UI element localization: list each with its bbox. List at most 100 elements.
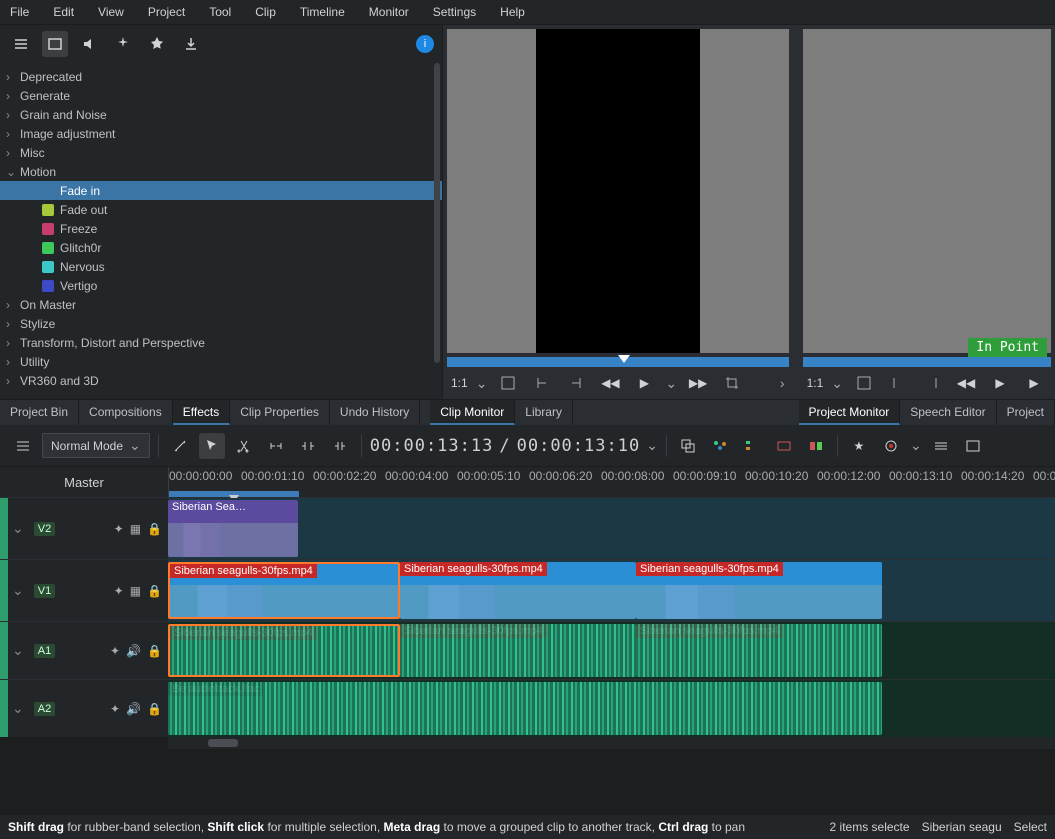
- wand-icon[interactable]: ✦: [110, 644, 120, 658]
- mixer-icon[interactable]: [707, 433, 733, 459]
- subtitle-icon[interactable]: [771, 433, 797, 459]
- speaker-icon[interactable]: 🔊: [126, 644, 141, 658]
- tree-item[interactable]: Vertigo: [0, 276, 442, 295]
- lock-icon[interactable]: 🔒: [147, 522, 162, 536]
- track-lane[interactable]: Siberian seagulls-30fps.mp4Siberian seag…: [168, 622, 1055, 679]
- tree-group[interactable]: ›Deprecated: [0, 67, 442, 86]
- play-icon[interactable]: ▶: [987, 370, 1013, 396]
- zoom-ratio[interactable]: 1:1: [451, 376, 468, 390]
- chevron-down-icon[interactable]: ⌄: [831, 375, 843, 392]
- forward-icon[interactable]: ▶: [1021, 370, 1047, 396]
- tab-undo-history[interactable]: Undo History: [330, 400, 420, 425]
- in-point-icon[interactable]: [885, 370, 911, 396]
- fullscreen-icon[interactable]: [960, 433, 986, 459]
- info-icon[interactable]: i: [416, 35, 434, 53]
- out-point-icon[interactable]: [563, 370, 589, 396]
- clip[interactable]: Siberian seagulls-30fps.mp4: [168, 562, 400, 619]
- film-icon[interactable]: ▦: [130, 584, 141, 598]
- in-point-icon[interactable]: [529, 370, 555, 396]
- menu-tool[interactable]: Tool: [209, 5, 231, 19]
- tab-project-notes[interactable]: Project: [997, 400, 1055, 425]
- download-icon[interactable]: [178, 31, 204, 57]
- menu-help[interactable]: Help: [500, 5, 525, 19]
- chevron-down-icon[interactable]: ⌄: [910, 437, 922, 454]
- tree-item[interactable]: Nervous: [0, 257, 442, 276]
- razor-icon[interactable]: [231, 433, 257, 459]
- tree-group[interactable]: ›Image adjustment: [0, 124, 442, 143]
- tree-group[interactable]: ›VR360 and 3D: [0, 371, 442, 390]
- wand-icon[interactable]: [167, 433, 193, 459]
- tree-group[interactable]: ›Transform, Distort and Perspective: [0, 333, 442, 352]
- tab-clip-properties[interactable]: Clip Properties: [230, 400, 330, 425]
- track-lane[interactable]: Siberian Sea…: [168, 498, 1055, 559]
- expand-icon[interactable]: ⌄: [12, 520, 24, 537]
- film-icon[interactable]: ▦: [130, 522, 141, 536]
- track-header[interactable]: ⌄V1✦▦🔒: [0, 560, 168, 621]
- tree-group[interactable]: ›On Master: [0, 295, 442, 314]
- timecode-current[interactable]: 00:00:13:13: [370, 436, 494, 456]
- composite-icon[interactable]: [675, 433, 701, 459]
- grid-icon[interactable]: [851, 370, 877, 396]
- tree-item[interactable]: Fade out: [0, 200, 442, 219]
- sparkle-icon[interactable]: [110, 31, 136, 57]
- forward-icon[interactable]: ▶▶: [685, 370, 711, 396]
- expand-icon[interactable]: ⌄: [12, 700, 24, 717]
- star-icon[interactable]: [144, 31, 170, 57]
- tab-project-bin[interactable]: Project Bin: [0, 400, 79, 425]
- record-icon[interactable]: [878, 433, 904, 459]
- timeline-ruler[interactable]: 00:00:00:0000:00:01:1000:00:02:2000:00:0…: [168, 467, 1055, 497]
- spacer-icon[interactable]: [263, 433, 289, 459]
- wand-icon[interactable]: ✦: [110, 702, 120, 716]
- menu-timeline[interactable]: Timeline: [300, 5, 345, 19]
- clip[interactable]: Be audiotrack.flac: [168, 682, 882, 735]
- tab-compositions[interactable]: Compositions: [79, 400, 173, 425]
- project-monitor-timeline[interactable]: [803, 357, 1051, 367]
- tab-library[interactable]: Library: [515, 400, 573, 425]
- track-lane[interactable]: Be audiotrack.flac: [168, 680, 1055, 737]
- out-point-icon[interactable]: [919, 370, 945, 396]
- wand-icon[interactable]: ✦: [114, 584, 124, 598]
- track-lane[interactable]: Siberian seagulls-30fps.mp4Siberian seag…: [168, 560, 1055, 621]
- menu-project[interactable]: Project: [148, 5, 185, 19]
- tree-group[interactable]: ›Grain and Noise: [0, 105, 442, 124]
- edit-mode-select[interactable]: Normal Mode⌄: [42, 433, 150, 458]
- lock-icon[interactable]: 🔒: [147, 584, 162, 598]
- clip-monitor-viewport[interactable]: [447, 29, 789, 353]
- tags-icon[interactable]: [739, 433, 765, 459]
- crop-icon[interactable]: [719, 370, 745, 396]
- clip[interactable]: Siberian seagulls-30fps.mp4: [168, 624, 400, 677]
- rewind-icon[interactable]: ◀◀: [953, 370, 979, 396]
- menu-edit[interactable]: Edit: [53, 5, 74, 19]
- tree-item[interactable]: Freeze: [0, 219, 442, 238]
- color-icon[interactable]: [803, 433, 829, 459]
- play-icon[interactable]: ▶: [631, 370, 657, 396]
- track-header[interactable]: ⌄A2✦🔊🔒: [0, 680, 168, 737]
- wand-icon[interactable]: ✦: [114, 522, 124, 536]
- tree-group[interactable]: ›Generate: [0, 86, 442, 105]
- timeline-scrollbar[interactable]: [168, 737, 1055, 749]
- tab-speech-editor[interactable]: Speech Editor: [900, 400, 996, 425]
- expand-icon[interactable]: ⌄: [12, 582, 24, 599]
- ripple-in-icon[interactable]: [295, 433, 321, 459]
- track-header[interactable]: ⌄V2✦▦🔒: [0, 498, 168, 559]
- speaker-icon[interactable]: 🔊: [126, 702, 141, 716]
- clip[interactable]: Siberian seagulls-30fps.mp4: [400, 624, 636, 677]
- zoom-ratio[interactable]: 1:1: [807, 376, 824, 390]
- settings-icon[interactable]: [10, 433, 36, 459]
- tab-clip-monitor[interactable]: Clip Monitor: [430, 400, 515, 425]
- hamburger-icon[interactable]: [8, 31, 34, 57]
- tree-group[interactable]: ⌄Motion: [0, 162, 442, 181]
- menu-monitor[interactable]: Monitor: [369, 5, 409, 19]
- tree-group[interactable]: ›Stylize: [0, 314, 442, 333]
- effects-tree[interactable]: ›Deprecated›Generate›Grain and Noise›Ima…: [0, 63, 442, 399]
- grid-icon[interactable]: [495, 370, 521, 396]
- select-tool-icon[interactable]: [199, 433, 225, 459]
- project-monitor-viewport[interactable]: [803, 29, 1051, 353]
- menu-settings[interactable]: Settings: [433, 5, 476, 19]
- chevron-right-icon[interactable]: ›: [780, 375, 785, 391]
- audio-icon[interactable]: [76, 31, 102, 57]
- menu-view[interactable]: View: [98, 5, 124, 19]
- clip[interactable]: Siberian seagulls-30fps.mp4: [400, 562, 636, 619]
- effects-view-icon[interactable]: [42, 31, 68, 57]
- tree-item[interactable]: Fade in: [0, 181, 442, 200]
